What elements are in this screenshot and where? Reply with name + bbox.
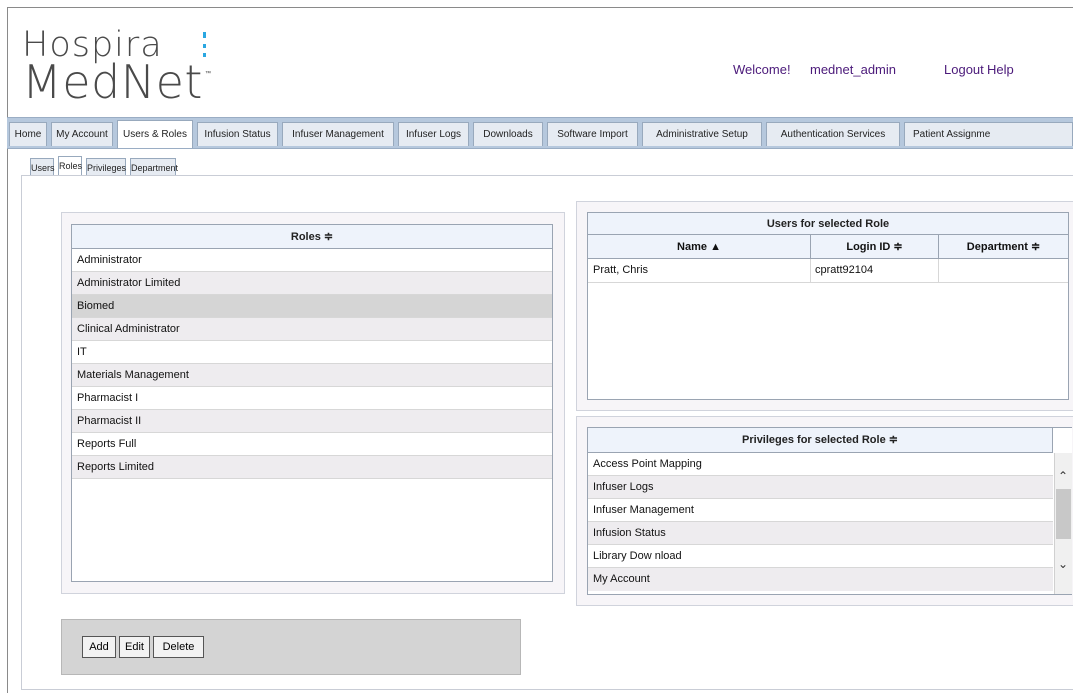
department-column-header[interactable]: Department ≑: [938, 235, 1068, 258]
role-row[interactable]: Clinical Administrator: [72, 318, 552, 341]
scroll-down-icon[interactable]: ⌄: [1056, 557, 1070, 571]
add-button[interactable]: Add: [82, 636, 116, 658]
action-button-panel: Add Edit Delete: [61, 619, 521, 675]
user-row[interactable]: Pratt, Chris cpratt92104: [588, 259, 1068, 283]
roles-column-header[interactable]: Roles ≑: [72, 225, 552, 249]
subtab-roles[interactable]: Roles: [58, 156, 82, 176]
logout-link[interactable]: Logout: [944, 62, 984, 77]
privileges-scrollbar[interactable]: ⌃ ⌄: [1054, 453, 1072, 594]
role-row[interactable]: Administrator: [72, 249, 552, 272]
user-department-cell: [938, 259, 1068, 282]
users-table: Users for selected Role Name ▲ Login ID …: [587, 212, 1069, 400]
privilege-row[interactable]: My Account: [588, 568, 1053, 591]
tab-authentication-services[interactable]: Authentication Services: [766, 122, 900, 146]
scroll-up-icon[interactable]: ⌃: [1056, 469, 1070, 483]
role-row[interactable]: IT: [72, 341, 552, 364]
edit-button[interactable]: Edit: [119, 636, 150, 658]
tab-users-roles[interactable]: Users & Roles: [117, 120, 193, 148]
subtab-privileges[interactable]: Privileges: [86, 158, 126, 176]
tab-infusion-status[interactable]: Infusion Status: [197, 122, 278, 146]
welcome-text: Welcome!: [733, 62, 791, 77]
logo-line-2: MedNet ™: [22, 59, 211, 105]
user-name-cell: Pratt, Chris: [593, 264, 649, 276]
logo-accent-mark: [203, 44, 206, 48]
privileges-column-header[interactable]: Privileges for selected Role ≑: [588, 428, 1053, 453]
tab-downloads[interactable]: Downloads: [473, 122, 543, 146]
privilege-row[interactable]: Infuser Logs: [588, 476, 1053, 499]
main-tab-bar: Home My Account Users & Roles Infusion S…: [7, 117, 1073, 149]
name-column-header[interactable]: Name ▲: [588, 235, 810, 259]
username-label: mednet_admin: [810, 62, 896, 77]
subtab-users[interactable]: Users: [30, 158, 55, 176]
tab-software-import[interactable]: Software Import: [547, 122, 638, 146]
trademark-symbol: ™: [204, 70, 212, 77]
role-row[interactable]: Pharmacist I: [72, 387, 552, 410]
tab-my-account[interactable]: My Account: [51, 122, 113, 146]
scroll-thumb[interactable]: [1056, 489, 1071, 539]
tab-infuser-management[interactable]: Infuser Management: [282, 122, 394, 146]
users-table-column-headers: Name ▲ Login ID ≑ Department ≑: [588, 235, 1068, 259]
tab-patient-assignment[interactable]: Patient Assignme: [904, 122, 1073, 146]
hospira-mednet-logo: Hospira MedNet ™: [22, 28, 211, 106]
tab-administrative-setup[interactable]: Administrative Setup: [642, 122, 762, 146]
role-row[interactable]: Reports Full: [72, 433, 552, 456]
privileges-table: Privileges for selected Role ≑ Access Po…: [587, 427, 1072, 595]
login-id-column-header[interactable]: Login ID ≑: [810, 235, 938, 258]
privilege-row[interactable]: Library Dow nload: [588, 545, 1053, 568]
role-row[interactable]: Materials Management: [72, 364, 552, 387]
roles-table: Roles ≑ Administrator Administrator Limi…: [71, 224, 553, 582]
role-row-selected[interactable]: Biomed: [72, 295, 552, 318]
tab-home[interactable]: Home: [9, 122, 47, 146]
subtab-department[interactable]: Department: [130, 158, 178, 176]
logo-accent-mark: [203, 53, 206, 57]
users-table-title: Users for selected Role: [588, 213, 1068, 235]
logo-mednet-text: MedNet: [22, 55, 203, 109]
tab-infuser-logs[interactable]: Infuser Logs: [398, 122, 469, 146]
role-row[interactable]: Administrator Limited: [72, 272, 552, 295]
privilege-row[interactable]: Access Point Mapping: [588, 453, 1053, 476]
delete-button[interactable]: Delete: [153, 636, 204, 658]
help-link[interactable]: Help: [987, 62, 1014, 77]
role-row[interactable]: Reports Limited: [72, 456, 552, 479]
role-row[interactable]: Pharmacist II: [72, 410, 552, 433]
privilege-row[interactable]: Infuser Management: [588, 499, 1053, 522]
privilege-row[interactable]: Infusion Status: [588, 522, 1053, 545]
logo-accent-mark: [203, 32, 206, 38]
user-login-id-cell: cpratt92104: [810, 259, 938, 282]
privileges-list: Access Point Mapping Infuser Logs Infuse…: [588, 453, 1053, 591]
